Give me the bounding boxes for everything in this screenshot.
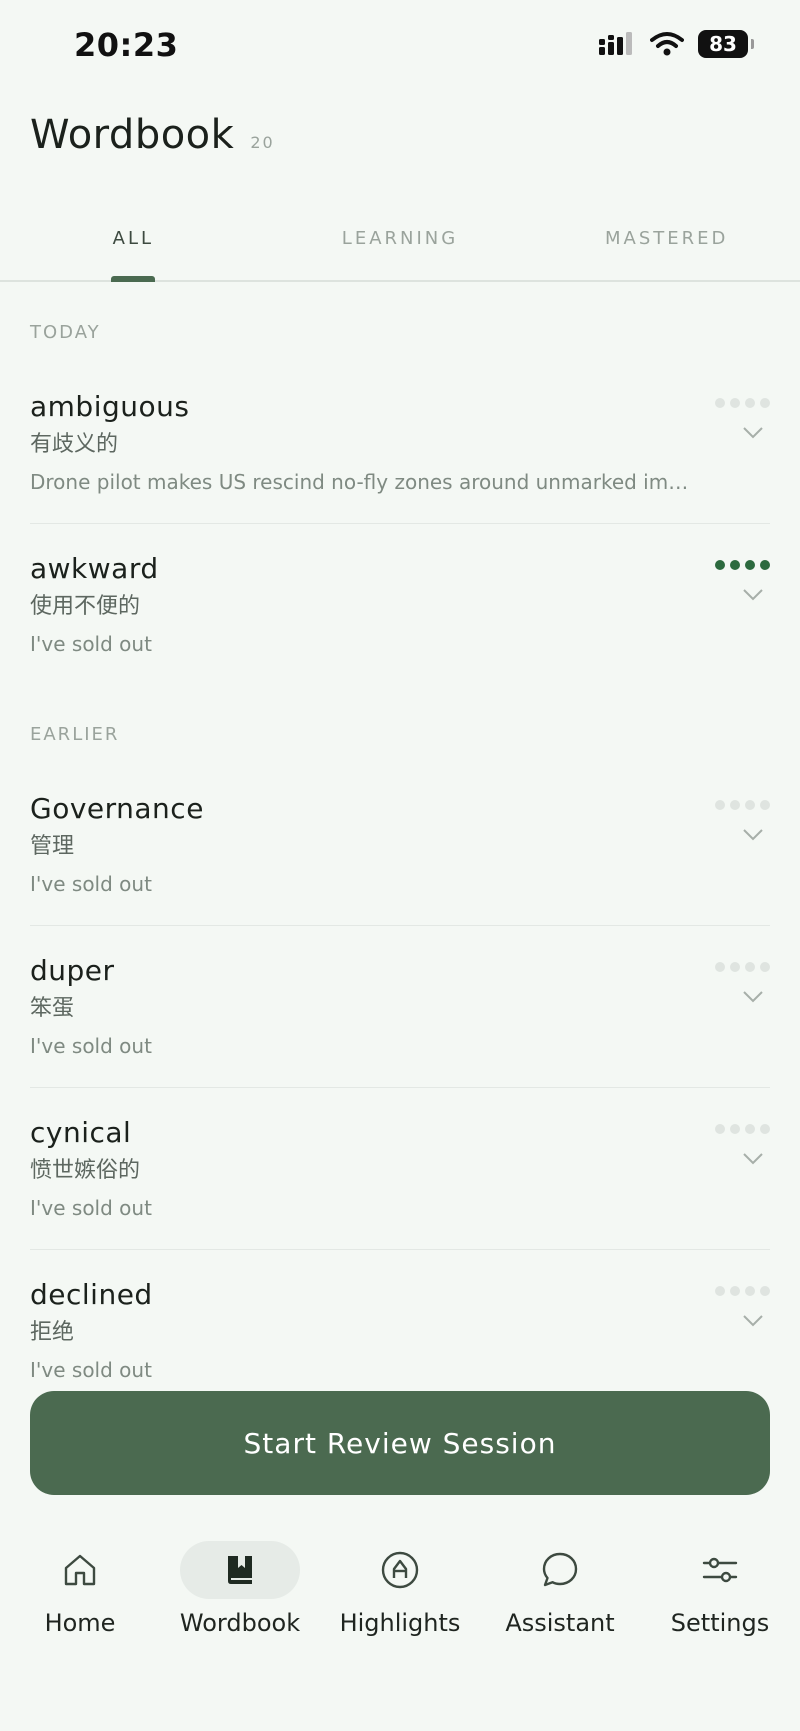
book-icon — [228, 1556, 252, 1584]
tab-learning[interactable]: LEARNING — [267, 200, 534, 280]
progress-dots — [715, 1286, 770, 1296]
chevron-down-icon[interactable] — [742, 990, 764, 1004]
home-icon — [64, 1554, 96, 1586]
page-title: Wordbook — [30, 112, 235, 158]
chevron-down-icon[interactable] — [742, 1314, 764, 1328]
entry-translation: 有歧义的 — [30, 432, 119, 457]
word-entry[interactable]: Governance 管理 I've sold out — [30, 764, 770, 926]
word-entry[interactable]: duper 笨蛋 I've sold out — [30, 926, 770, 1088]
progress-dots — [715, 1124, 770, 1134]
nav-item-highlights[interactable]: Highlights — [320, 1530, 480, 1670]
word-entry[interactable]: declined 拒绝 I've sold out — [30, 1250, 770, 1412]
status-bar: 20:23 83 — [0, 0, 800, 92]
entry-example: I've sold out — [30, 1358, 152, 1382]
entry-example: I've sold out — [30, 872, 152, 896]
battery-level: 83 — [709, 32, 737, 56]
entry-example: I've sold out — [30, 632, 152, 656]
chevron-down-icon[interactable] — [742, 426, 764, 440]
entry-word: awkward — [30, 552, 159, 585]
entry-translation: 笨蛋 — [30, 996, 75, 1021]
section-label-earlier: EARLIER — [30, 724, 120, 745]
page-header: Wordbook 20 — [30, 112, 275, 158]
sliders-icon — [702, 1557, 738, 1583]
wifi-icon — [650, 32, 684, 56]
status-icons: 83 — [598, 30, 754, 58]
entry-translation: 管理 — [30, 834, 75, 859]
entry-translation: 愤世嫉俗的 — [30, 1158, 141, 1183]
battery-indicator: 83 — [698, 30, 754, 58]
cellular-signal-icon — [599, 32, 632, 55]
nav-label: Settings — [670, 1609, 770, 1637]
entry-translation: 使用不便的 — [30, 594, 141, 619]
entry-word: duper — [30, 954, 115, 987]
word-list: TODAY ambiguous 有歧义的 Drone pilot makes U… — [30, 284, 770, 1412]
word-count-badge: 20 — [250, 133, 275, 152]
entry-example: I've sold out — [30, 1034, 152, 1058]
word-entry[interactable]: ambiguous 有歧义的 Drone pilot makes US resc… — [30, 362, 770, 524]
tab-mastered[interactable]: MASTERED — [533, 200, 800, 280]
nav-item-home[interactable]: Home — [0, 1530, 160, 1670]
bottom-nav: Home Wordbook Highlights Assistant Setti… — [0, 1530, 800, 1670]
nav-label: Assistant — [505, 1609, 615, 1637]
nav-item-settings[interactable]: Settings — [640, 1530, 800, 1670]
entry-example: Drone pilot makes US rescind no-fly zone… — [30, 470, 690, 494]
chevron-down-icon[interactable] — [742, 588, 764, 602]
nav-label: Wordbook — [179, 1609, 301, 1637]
entry-word: cynical — [30, 1116, 132, 1149]
filter-tabs: ALL LEARNING MASTERED — [0, 200, 800, 282]
progress-dots — [715, 962, 770, 972]
nav-item-wordbook[interactable]: Wordbook — [160, 1530, 320, 1670]
entry-word: declined — [30, 1278, 153, 1311]
start-review-button[interactable]: Start Review Session — [30, 1391, 770, 1495]
chat-bubble-icon — [542, 1552, 578, 1587]
progress-dots — [715, 800, 770, 810]
entry-example: I've sold out — [30, 1196, 152, 1220]
nav-label: Home — [44, 1609, 116, 1637]
entry-word: ambiguous — [30, 390, 190, 423]
chevron-down-icon[interactable] — [742, 1152, 764, 1166]
nav-label: Highlights — [339, 1609, 461, 1637]
entry-word: Governance — [30, 792, 204, 825]
tab-all[interactable]: ALL — [0, 200, 267, 280]
highlighter-icon — [381, 1551, 419, 1589]
progress-dots — [715, 560, 770, 570]
status-time: 20:23 — [74, 26, 179, 64]
progress-dots — [715, 398, 770, 408]
word-entry[interactable]: awkward 使用不便的 I've sold out — [30, 524, 770, 686]
section-label-today: TODAY — [30, 322, 101, 343]
nav-item-assistant[interactable]: Assistant — [480, 1530, 640, 1670]
word-entry[interactable]: cynical 愤世嫉俗的 I've sold out — [30, 1088, 770, 1250]
chevron-down-icon[interactable] — [742, 828, 764, 842]
entry-translation: 拒绝 — [30, 1320, 75, 1345]
